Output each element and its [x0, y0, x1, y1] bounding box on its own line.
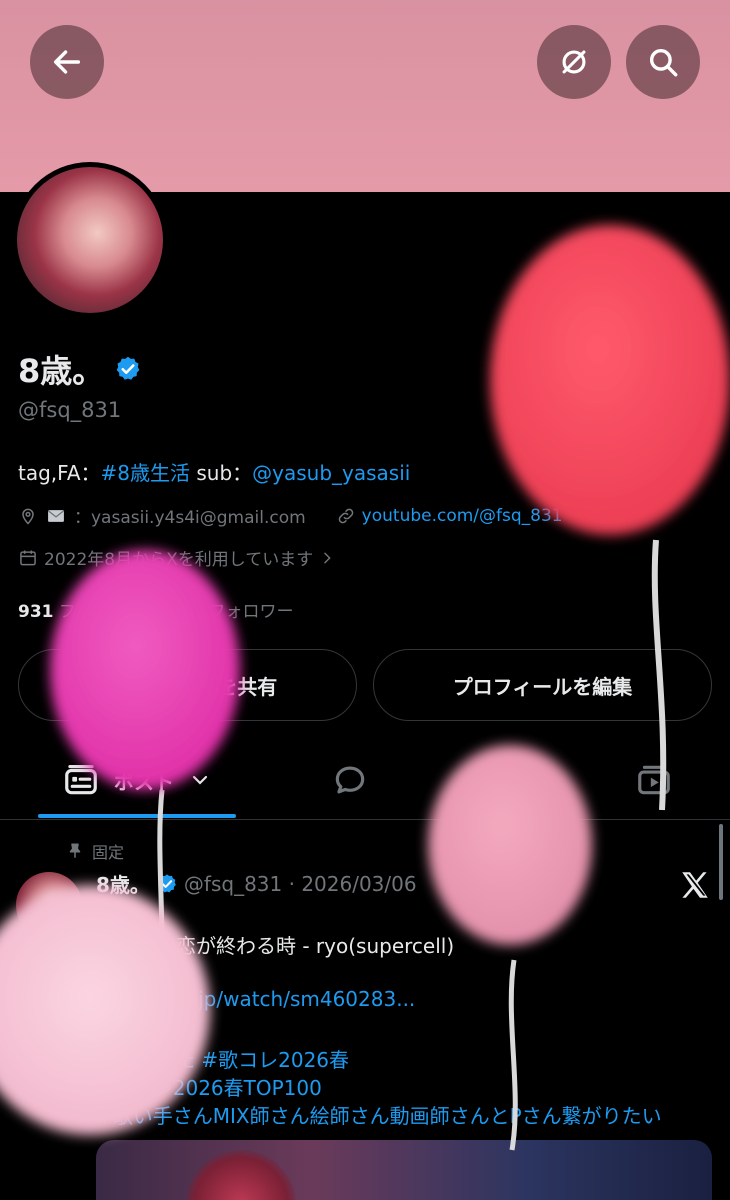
share-profile-button[interactable]: プロフィールを共有 — [18, 649, 357, 721]
pinned-label: 固定 — [92, 843, 125, 862]
following-count: 931 — [18, 602, 54, 622]
profile-name-row: 8歳。 — [18, 346, 142, 392]
search-icon — [649, 48, 678, 77]
chevron-down-icon — [192, 775, 208, 785]
magenta-balloon-string — [155, 789, 165, 1011]
profile-avatar[interactable] — [12, 162, 168, 318]
hide-icon — [562, 50, 586, 74]
edit-profile-button[interactable]: プロフィールを編集 — [373, 649, 712, 721]
post-hashtag-line-2[interactable]: #歌コレ2026春TOP100 — [96, 1072, 322, 1101]
bio-hashtag-link[interactable]: #8歳生活 — [101, 461, 190, 485]
back-button[interactable] — [30, 25, 104, 99]
back-arrow-icon — [53, 50, 81, 74]
active-tab-indicator — [38, 814, 236, 818]
followers-count: 7,648 — [149, 602, 204, 622]
followers-label: フォロワー — [203, 602, 294, 622]
following-label: フォロー中 — [53, 602, 150, 622]
calendar-icon — [20, 550, 36, 565]
mail-icon — [48, 509, 64, 522]
hide-button[interactable] — [537, 25, 611, 99]
chevron-right-icon — [324, 552, 331, 563]
media-figure — [186, 1150, 296, 1200]
search-button[interactable] — [626, 25, 700, 99]
reposts-icon — [485, 768, 515, 792]
post-author-avatar[interactable] — [16, 872, 82, 938]
following-link[interactable]: 931 フォロー中 — [18, 602, 149, 622]
profile-meta-row: ：yasasii.y4s4i@gmail.com youtube.com/@fs… — [18, 503, 563, 528]
profile-handle: @fsq_831 — [18, 398, 122, 422]
profile-bio: tag,FA：#8歳生活 sub：@yasub_yasasii — [18, 457, 410, 486]
post-header: 8歳。 @fsq_831 · 2026/03/06 — [96, 869, 417, 898]
pinned-indicator: 固定 — [66, 839, 124, 863]
verified-badge-icon[interactable] — [114, 355, 142, 383]
posts-icon — [65, 764, 97, 795]
location-icon — [22, 508, 34, 525]
link-icon — [338, 508, 353, 523]
bio-sub-handle-link[interactable]: @yasub_yasasii — [252, 461, 410, 485]
tab-posts-label: ポスト — [114, 769, 174, 794]
post-author-name[interactable]: 8歳。 — [96, 869, 150, 898]
post-text-line-1: 初めての恋が終わる時 - ryo(supercell) — [96, 934, 455, 958]
profile-name: 8歳。 — [18, 352, 105, 390]
post-author-meta: @fsq_831 · 2026/03/06 — [183, 871, 417, 896]
tab-posts[interactable]: ポスト — [38, 740, 236, 820]
post-hashtag-line-1[interactable]: 歌ってみた #歌コレ2026春 — [96, 1044, 349, 1073]
profile-tabs: ポスト — [0, 740, 730, 820]
post-hashtag-line-3[interactable]: #歌い手さんMIX師さん絵師さん動画師さんとPさん繋がりたい — [96, 1100, 662, 1129]
media-icon — [638, 765, 670, 795]
red-balloon — [490, 225, 730, 535]
profile-email: ：yasasii.y4s4i@gmail.com — [74, 508, 306, 528]
tab-reposts[interactable] — [450, 740, 550, 820]
profile-joined: 2022年8月からXを利用しています — [44, 550, 314, 570]
x-logo-icon[interactable] — [678, 868, 712, 902]
tab-replies[interactable] — [300, 740, 400, 820]
bio-prefix: tag,FA： — [18, 461, 101, 485]
profile-banner — [0, 0, 730, 192]
replies-icon — [335, 766, 365, 794]
follow-counts: 931 フォロー中 7,648 フォロワー — [18, 597, 294, 622]
post-media-image[interactable] — [96, 1140, 712, 1200]
post-link[interactable]: nicovideo.jp/watch/sm460283... — [96, 987, 415, 1011]
bio-sub-label: sub： — [189, 461, 253, 485]
avatar-image — [17, 167, 163, 313]
verified-badge-icon — [158, 873, 176, 892]
scrollbar[interactable] — [719, 824, 723, 900]
followers-link[interactable]: 7,648 フォロワー — [149, 602, 293, 622]
tab-media[interactable] — [604, 740, 704, 820]
pin-icon — [69, 843, 81, 858]
profile-joined-row[interactable]: 2022年8月からXを利用しています — [18, 545, 335, 570]
profile-website-link[interactable]: youtube.com/@fsq_831 — [362, 506, 563, 526]
